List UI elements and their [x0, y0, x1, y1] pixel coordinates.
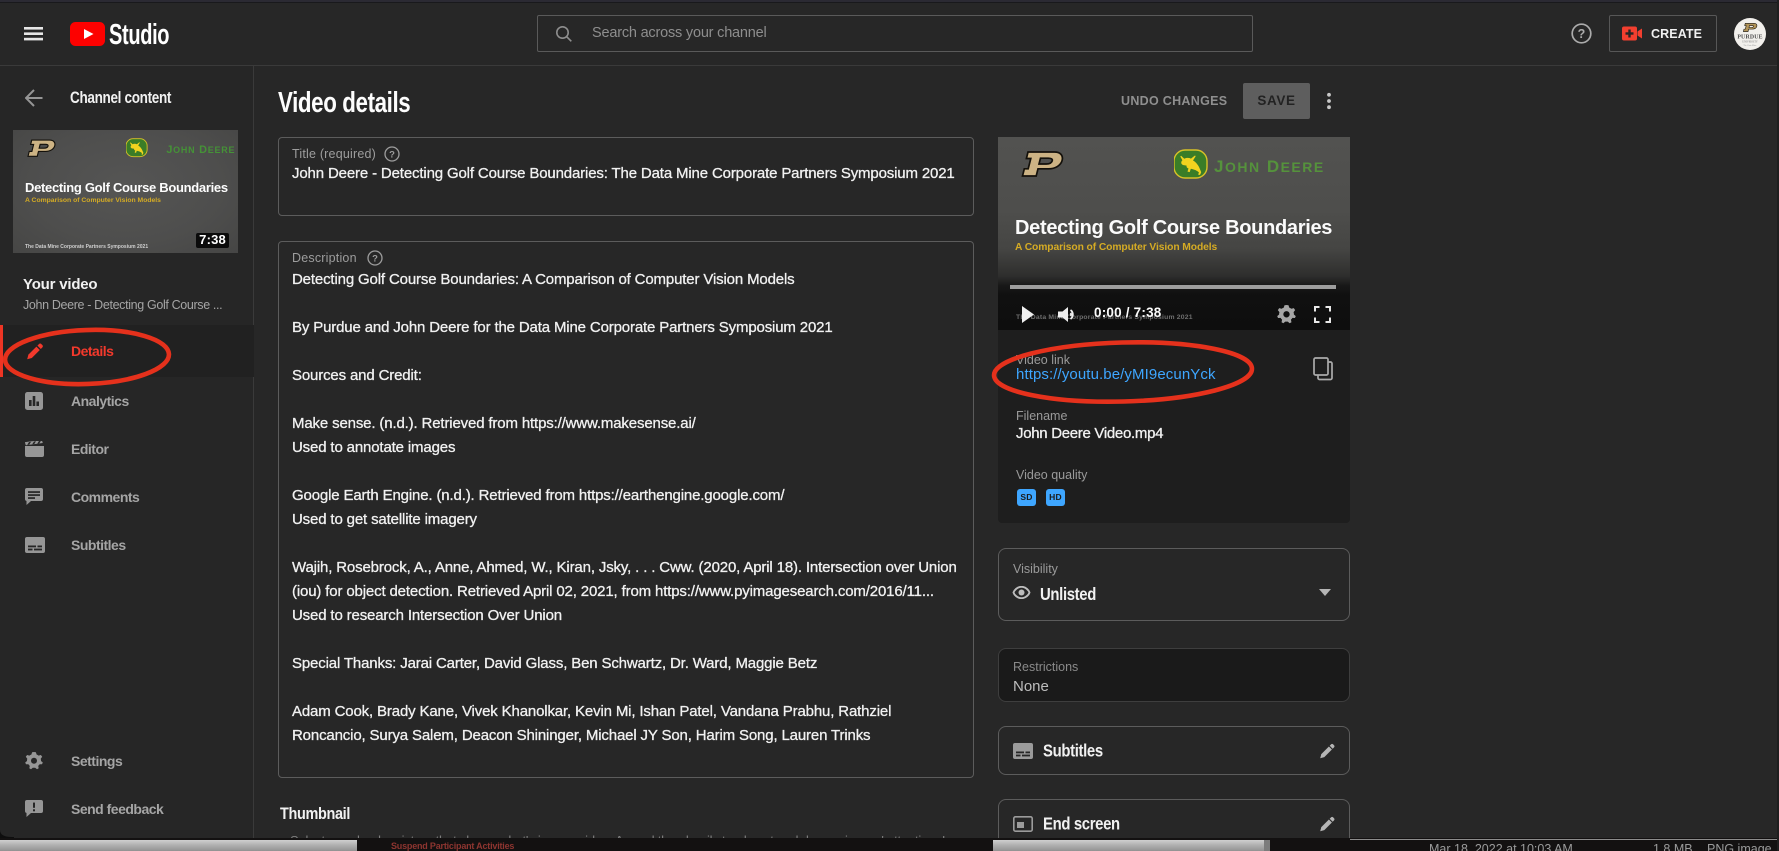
svg-text:JOHN DEERE: JOHN DEERE [1214, 157, 1325, 176]
svg-text:JOHN DEERE: JOHN DEERE [166, 144, 235, 156]
svg-text:?: ? [1578, 27, 1586, 41]
svg-text:?: ? [389, 150, 395, 161]
svg-text:UNIVERSITY: UNIVERSITY [1742, 41, 1758, 44]
svg-text:The Data Mine: The Data Mine [1743, 45, 1756, 47]
svg-text:?: ? [372, 254, 378, 265]
